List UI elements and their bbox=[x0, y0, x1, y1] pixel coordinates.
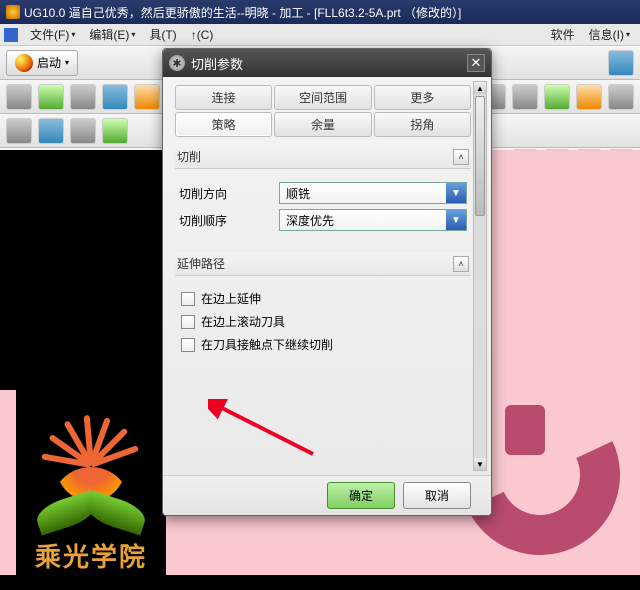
scroll-up-icon[interactable]: ▲ bbox=[474, 82, 486, 94]
feature-panel bbox=[0, 150, 170, 390]
tabs-row-2: 策略 余量 拐角 bbox=[175, 112, 471, 137]
cut-direction-select[interactable]: 顺铣 ▼ bbox=[279, 182, 467, 204]
section-extend-path: 延伸路径 ˄ 在边上延伸 在边上滚动刀具 在刀具接触点下继续切削 bbox=[175, 252, 471, 367]
checkbox-icon bbox=[181, 292, 195, 306]
tool-button[interactable] bbox=[70, 118, 96, 144]
tool-button[interactable] bbox=[608, 84, 634, 110]
cut-order-label: 切削顺序 bbox=[179, 212, 279, 229]
tool-button[interactable] bbox=[70, 84, 96, 110]
cut-direction-label: 切削方向 bbox=[179, 185, 279, 202]
tool-button[interactable] bbox=[38, 84, 64, 110]
scroll-down-icon[interactable]: ▼ bbox=[474, 458, 486, 470]
cut-direction-value: 顺铣 bbox=[286, 185, 310, 202]
menu-truncated-1[interactable]: 具(T) bbox=[143, 24, 182, 45]
section-extend-header[interactable]: 延伸路径 ˄ bbox=[175, 252, 471, 276]
roll-tool-on-edge-label: 在边上滚动刀具 bbox=[201, 313, 285, 330]
tool-button[interactable] bbox=[512, 84, 538, 110]
window-title: UG10.0 逼自己优秀，然后更骄傲的生活--明晓 - 加工 - [FLL6t3… bbox=[24, 4, 461, 21]
dialog-scrollbar[interactable]: ▲ ▼ bbox=[473, 81, 487, 471]
tool-button[interactable] bbox=[6, 118, 32, 144]
start-orb-icon bbox=[15, 54, 33, 72]
start-label: 启动 bbox=[37, 54, 61, 71]
menu-file[interactable]: 文件(F)▾ bbox=[24, 24, 81, 45]
tool-button[interactable] bbox=[38, 118, 64, 144]
continue-below-contact-label: 在刀具接触点下继续切削 bbox=[201, 336, 333, 353]
collapse-icon[interactable]: ˄ bbox=[453, 149, 469, 165]
menubar: 文件(F)▾ 编辑(E)▾ 具(T) ↑(C) 软件 信息(I)▾ bbox=[0, 24, 640, 46]
app-icon bbox=[6, 5, 20, 19]
brand-logo: 乘光学院 bbox=[16, 390, 166, 590]
cutting-params-dialog: ✱ 切削参数 ✕ ▲ ▼ 连接 空间范围 更多 策略 余量 拐角 切削 ˄ bbox=[162, 48, 492, 516]
collapse-icon[interactable]: ˄ bbox=[453, 256, 469, 272]
tabs-row-1: 连接 空间范围 更多 bbox=[175, 85, 471, 110]
tool-button[interactable] bbox=[6, 84, 32, 110]
tab-corner[interactable]: 拐角 bbox=[374, 112, 471, 137]
menu-truncated-2[interactable]: ↑(C) bbox=[185, 26, 220, 44]
menu-marker-icon bbox=[4, 28, 18, 42]
section-cut-title: 切削 bbox=[177, 148, 201, 165]
menu-software[interactable]: 软件 bbox=[545, 24, 581, 45]
tool-button[interactable] bbox=[608, 50, 634, 76]
cancel-button[interactable]: 取消 bbox=[403, 482, 471, 509]
chevron-down-icon: ▼ bbox=[446, 183, 466, 203]
checkbox-icon bbox=[181, 315, 195, 329]
section-extend-title: 延伸路径 bbox=[177, 255, 225, 272]
scroll-thumb[interactable] bbox=[475, 96, 485, 216]
menu-info[interactable]: 信息(I)▾ bbox=[583, 24, 636, 45]
checkbox-icon bbox=[181, 338, 195, 352]
menu-edit[interactable]: 编辑(E)▾ bbox=[83, 24, 141, 45]
close-icon[interactable]: ✕ bbox=[467, 54, 485, 72]
dialog-title: 切削参数 bbox=[191, 54, 243, 73]
tool-button[interactable] bbox=[134, 84, 160, 110]
roll-tool-on-edge-checkbox[interactable]: 在边上滚动刀具 bbox=[181, 313, 465, 330]
cut-order-value: 深度优先 bbox=[286, 212, 334, 229]
section-cut-header[interactable]: 切削 ˄ bbox=[175, 145, 471, 169]
chevron-down-icon: ▼ bbox=[446, 210, 466, 230]
tab-more[interactable]: 更多 bbox=[374, 85, 471, 110]
tab-strategy[interactable]: 策略 bbox=[175, 112, 272, 137]
start-button[interactable]: 启动 ▾ bbox=[6, 50, 78, 76]
tab-space-range[interactable]: 空间范围 bbox=[274, 85, 371, 110]
brand-name: 乘光学院 bbox=[35, 537, 147, 574]
tab-allowance[interactable]: 余量 bbox=[274, 112, 371, 137]
continue-below-contact-checkbox[interactable]: 在刀具接触点下继续切削 bbox=[181, 336, 465, 353]
dialog-titlebar[interactable]: ✱ 切削参数 ✕ bbox=[163, 49, 491, 77]
dialog-footer: 确定 取消 bbox=[163, 475, 491, 515]
tool-button[interactable] bbox=[576, 84, 602, 110]
tab-connect[interactable]: 连接 bbox=[175, 85, 272, 110]
tool-button[interactable] bbox=[544, 84, 570, 110]
extend-on-edge-label: 在边上延伸 bbox=[201, 290, 261, 307]
cut-order-select[interactable]: 深度优先 ▼ bbox=[279, 209, 467, 231]
section-cut: 切削 ˄ 切削方向 顺铣 ▼ 切削顺序 深度优先 ▼ bbox=[175, 145, 471, 244]
ok-button[interactable]: 确定 bbox=[327, 482, 395, 509]
window-titlebar: UG10.0 逼自己优秀，然后更骄傲的生活--明晓 - 加工 - [FLL6t3… bbox=[0, 0, 640, 24]
tool-button[interactable] bbox=[102, 118, 128, 144]
extend-on-edge-checkbox[interactable]: 在边上延伸 bbox=[181, 290, 465, 307]
tool-button[interactable] bbox=[102, 84, 128, 110]
gear-icon: ✱ bbox=[169, 55, 185, 71]
